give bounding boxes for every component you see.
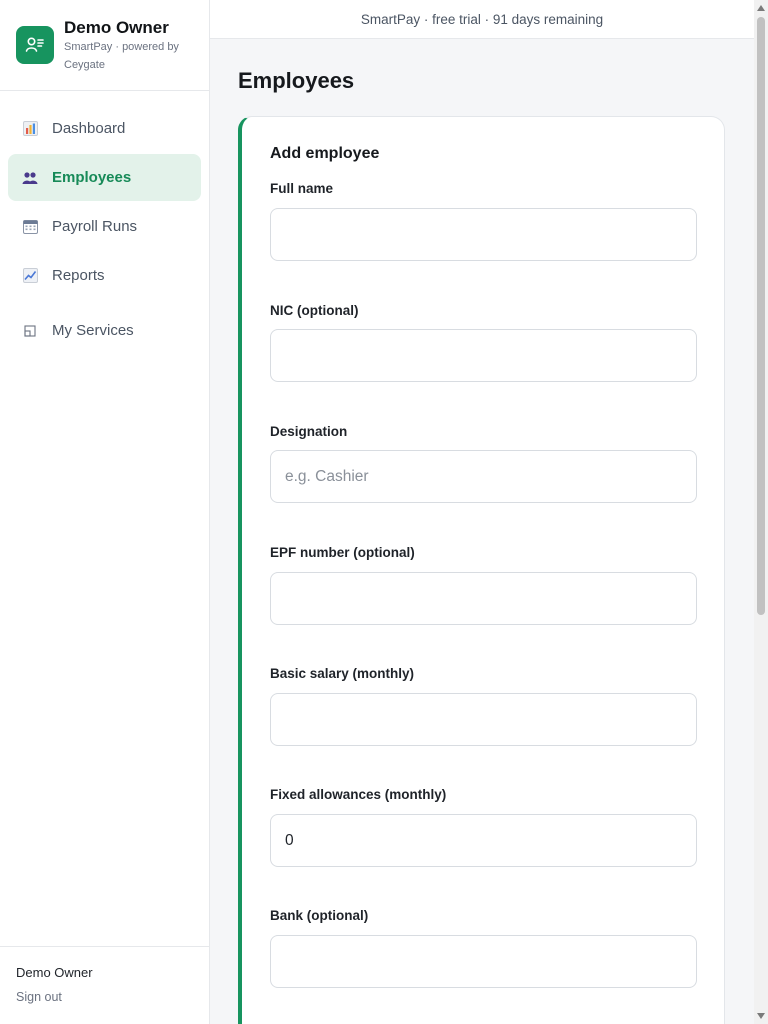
nic-label: NIC (optional) (270, 303, 359, 318)
form-title: Add employee (270, 145, 380, 162)
full-name-input[interactable] (270, 208, 697, 261)
epf-number-input[interactable] (270, 572, 697, 625)
app-subtitle: SmartPay · powered by Ceygate (64, 41, 179, 71)
sidebar-item-label: Employees (52, 169, 132, 186)
trial-banner: SmartPay · free trial · 91 days remainin… (210, 0, 754, 39)
bar-chart-icon (22, 121, 38, 137)
sidebar-item-payroll-runs[interactable]: Payroll Runs (8, 203, 201, 250)
page-scrollbar[interactable] (754, 0, 768, 1024)
owner-name: Demo Owner (64, 18, 169, 37)
bank-input[interactable] (270, 935, 697, 988)
sidebar-item-label: Reports (52, 267, 105, 284)
sidebar-item-label: Payroll Runs (52, 218, 138, 235)
fixed-allowances-label: Fixed allowances (monthly) (270, 787, 447, 802)
people-icon (22, 170, 38, 186)
sidebar-item-my-services[interactable]: My Services (8, 307, 201, 354)
sidebar-footer: Demo Owner Sign out (0, 946, 209, 1024)
sidebar-item-reports[interactable]: Reports (8, 252, 201, 299)
sidebar-item-employees[interactable]: Employees (8, 154, 201, 201)
bank-label: Bank (optional) (270, 908, 369, 923)
sidebar: Demo Owner SmartPay · powered by Ceygate… (0, 0, 210, 1024)
fixed-allowances-input[interactable] (270, 814, 697, 867)
sidebar-nav: Dashboard Employees Payroll Runs Reports… (0, 91, 209, 354)
scroll-up-arrow-icon[interactable] (757, 5, 765, 11)
page-title: Employees (238, 68, 355, 93)
sign-out-link[interactable]: Sign out (16, 990, 193, 1004)
nic-input[interactable] (270, 329, 697, 382)
scroll-down-arrow-icon[interactable] (757, 1013, 765, 1019)
epf-number-label: EPF number (optional) (270, 545, 415, 560)
window-icon (22, 323, 38, 339)
app-logo-icon (16, 26, 54, 64)
add-employee-form: Add employee Full name NIC (optional) De… (238, 116, 725, 1024)
current-user-name: Demo Owner (16, 965, 93, 980)
full-name-label: Full name (270, 181, 334, 196)
trend-chart-icon (22, 268, 38, 284)
basic-salary-label: Basic salary (monthly) (270, 666, 415, 681)
calendar-icon (22, 219, 38, 235)
designation-input[interactable] (270, 450, 697, 503)
main-content: Employees Add employee Full name NIC (op… (210, 39, 754, 1024)
designation-label: Designation (270, 424, 348, 439)
basic-salary-input[interactable] (270, 693, 697, 746)
sidebar-item-label: My Services (52, 322, 134, 339)
sidebar-item-dashboard[interactable]: Dashboard (8, 105, 201, 152)
scrollbar-thumb[interactable] (757, 17, 765, 615)
brand-header: Demo Owner SmartPay · powered by Ceygate (0, 0, 209, 91)
sidebar-item-label: Dashboard (52, 120, 126, 137)
